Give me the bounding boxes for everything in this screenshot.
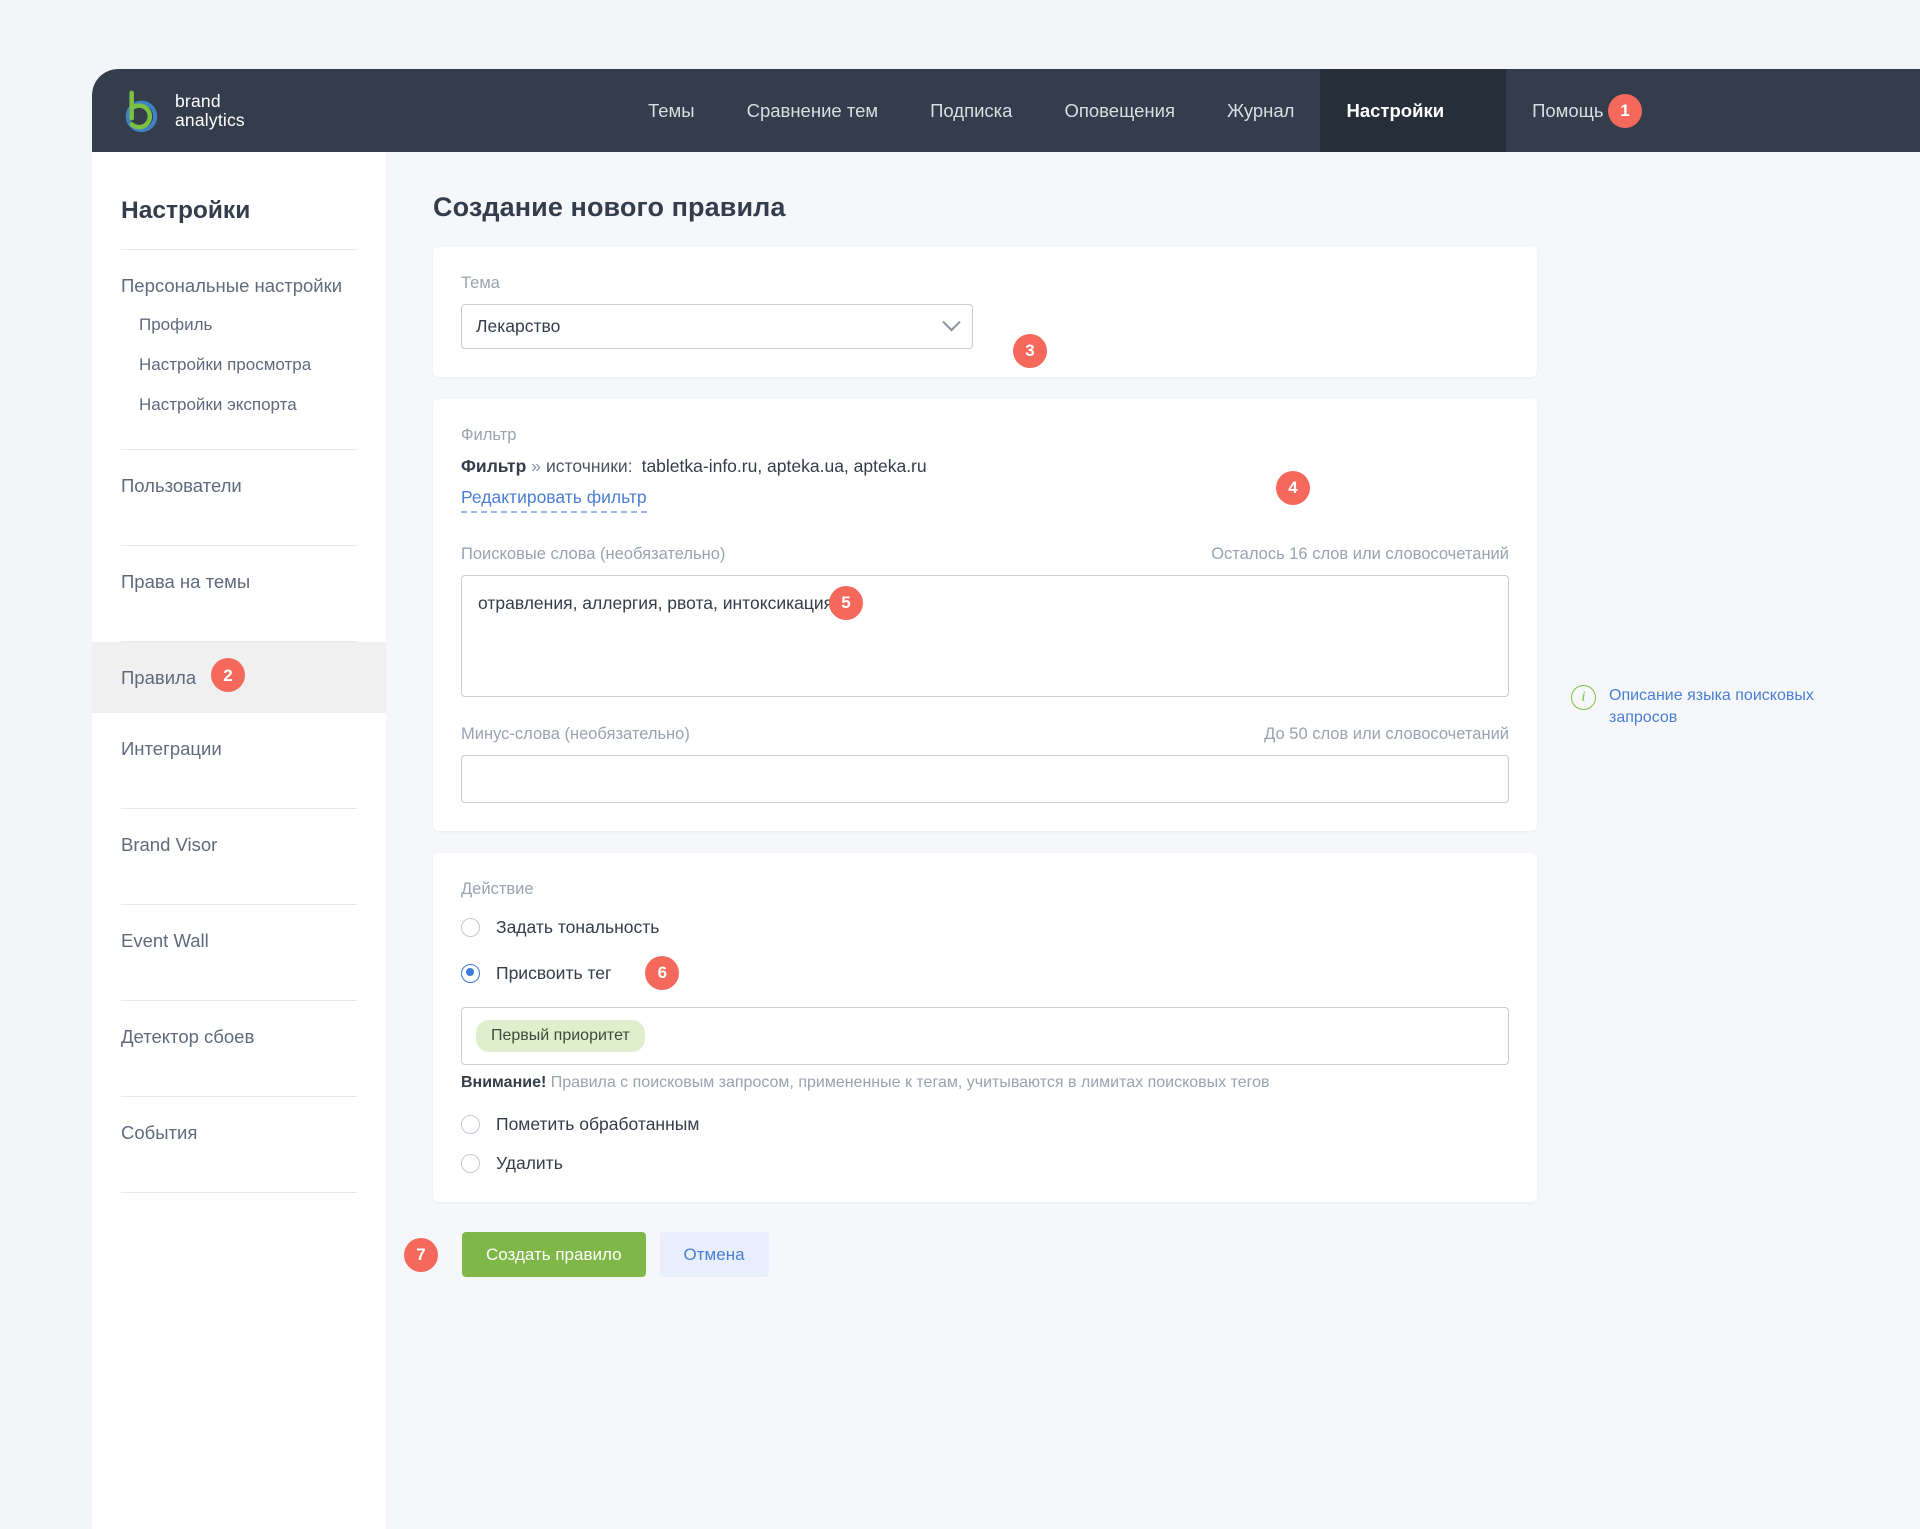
cancel-button[interactable]: Отмена	[659, 1232, 769, 1277]
sidebar-item-failure-detector[interactable]: Детектор сбоев	[92, 1001, 386, 1072]
radio-icon-mark-processed[interactable]	[461, 1115, 480, 1134]
action-option-assign-tag[interactable]: Присвоить тег 6	[461, 956, 1509, 990]
theme-label: Тема	[461, 274, 500, 292]
app-window: brand analytics Темы Сравнение тем Подпи…	[92, 69, 1920, 1529]
search-words-value: отравления, аллергия, рвота, интоксикаци…	[478, 593, 834, 613]
sidebar-item-users[interactable]: Пользователи	[92, 450, 386, 521]
action-label: Действие	[461, 880, 534, 898]
sidebar-item-export-settings[interactable]: Настройки экспорта	[92, 385, 386, 425]
brand-logo-line2: analytics	[175, 109, 245, 130]
filter-summary-prefix: Фильтр	[461, 456, 527, 476]
brand-logo-line1: brand	[175, 90, 221, 111]
sidebar-item-rules-label: Правила	[121, 667, 197, 688]
filter-sources-value: tabletka-info.ru, apteka.ua, apteka.ru	[641, 456, 927, 476]
search-words-counter: Осталось 16 слов или словосочетаний	[1211, 545, 1509, 563]
sidebar-title: Настройки	[121, 197, 251, 224]
radio-icon-set-tonality[interactable]	[461, 918, 480, 937]
tag-input[interactable]: Первый приоритет	[461, 1007, 1509, 1065]
action-option-delete-label: Удалить	[496, 1153, 563, 1173]
tag-limit-warning-text: Правила с поисковым запросом, примененны…	[550, 1074, 1270, 1091]
top-navigation-bar: brand analytics Темы Сравнение тем Подпи…	[92, 69, 1920, 152]
theme-select-value: Лекарство	[476, 316, 561, 336]
minus-words-textarea[interactable]	[461, 755, 1509, 803]
tag-limit-warning-bold: Внимание!	[461, 1074, 547, 1091]
search-words-header: Поисковые слова (необязательно) Осталось…	[461, 545, 1509, 564]
sidebar-item-brand-visor[interactable]: Brand Visor	[92, 809, 386, 880]
settings-sidebar: Настройки Персональные настройки Профиль…	[92, 152, 386, 1529]
filter-summary: Фильтр» источники: tabletka-info.ru, aptek…	[461, 456, 1509, 477]
action-option-delete[interactable]: Удалить	[461, 1153, 1509, 1174]
radio-icon-delete[interactable]	[461, 1154, 480, 1173]
sidebar-item-events[interactable]: События	[92, 1097, 386, 1168]
minus-words-counter: До 50 слов или словосочетаний	[1264, 725, 1509, 743]
chevron-down-icon	[942, 313, 961, 332]
step-badge-4: 4	[1276, 471, 1310, 505]
sidebar-item-view-settings[interactable]: Настройки просмотра	[92, 345, 386, 385]
step-badge-2: 2	[211, 658, 245, 692]
sidebar-item-rules[interactable]: Правила 2	[92, 642, 386, 713]
minus-words-label: Минус-слова (необязательно)	[461, 725, 690, 743]
sidebar-item-theme-rights[interactable]: Права на темы	[92, 546, 386, 617]
page-body: Настройки Персональные настройки Профиль…	[92, 152, 1920, 1529]
action-card: Действие Задать тональность Присвоить те…	[433, 853, 1537, 1202]
create-rule-button[interactable]: Создать правило	[462, 1232, 646, 1277]
theme-select[interactable]: Лекарство	[461, 304, 973, 349]
nav-item-journal[interactable]: Журнал	[1201, 69, 1321, 152]
step-badge-6: 6	[645, 956, 680, 990]
search-words-textarea[interactable]: отравления, аллергия, рвота, интоксикаци…	[461, 575, 1509, 697]
action-option-set-tonality[interactable]: Задать тональность	[461, 917, 1509, 938]
sidebar-divider	[121, 1192, 357, 1193]
search-words-label: Поисковые слова (необязательно)	[461, 545, 726, 563]
main-content: Создание нового правила Тема Лекарство 3…	[386, 152, 1920, 1529]
nav-item-settings[interactable]: Настройки	[1320, 69, 1507, 152]
sidebar-item-event-wall[interactable]: Event Wall	[92, 905, 386, 976]
search-language-help[interactable]: i Описание языка поисковых запросов	[1571, 685, 1871, 729]
nav-item-alerts[interactable]: Оповещения	[1038, 69, 1200, 152]
nav-item-theme-comparison[interactable]: Сравнение тем	[721, 69, 905, 152]
screenshot-root: brand analytics Темы Сравнение тем Подпи…	[0, 0, 1920, 1529]
filter-label: Фильтр	[461, 426, 517, 444]
action-option-mark-processed-label: Пометить обработанным	[496, 1114, 700, 1134]
nav-items: Темы Сравнение тем Подписка Оповещения Ж…	[622, 69, 1630, 152]
nav-item-subscription[interactable]: Подписка	[904, 69, 1038, 152]
brand-analytics-logo-icon	[125, 90, 158, 133]
filter-sources-label: источники:	[546, 456, 633, 476]
action-option-set-tonality-label: Задать тональность	[496, 917, 660, 937]
theme-card: Тема Лекарство 3	[433, 247, 1537, 377]
tag-chip-first-priority[interactable]: Первый приоритет	[476, 1020, 645, 1052]
sidebar-item-profile[interactable]: Профиль	[92, 305, 386, 345]
page-title: Создание нового правила	[433, 192, 786, 222]
action-option-mark-processed[interactable]: Пометить обработанным	[461, 1114, 1509, 1135]
radio-icon-assign-tag[interactable]	[461, 963, 480, 983]
step-badge-5: 5	[829, 586, 863, 620]
minus-words-header: Минус-слова (необязательно) До 50 слов и…	[461, 725, 1509, 744]
sidebar-item-integrations[interactable]: Интеграции	[92, 713, 386, 784]
filter-summary-chevron: »	[531, 456, 542, 476]
action-option-assign-tag-label: Присвоить тег	[496, 962, 612, 983]
step-badge-7: 7	[404, 1238, 438, 1272]
nav-item-themes[interactable]: Темы	[622, 69, 721, 152]
edit-filter-link[interactable]: Редактировать фильтр	[461, 487, 647, 513]
brand-logo[interactable]: brand analytics	[117, 87, 245, 134]
form-actions: 7 Создать правило Отмена	[404, 1232, 1920, 1277]
step-badge-3: 3	[1013, 334, 1047, 368]
step-badge-1: 1	[1608, 94, 1642, 128]
info-icon: i	[1571, 685, 1596, 710]
search-language-help-link[interactable]: Описание языка поисковых запросов	[1609, 685, 1871, 729]
sidebar-item-personal-settings[interactable]: Персональные настройки	[92, 250, 386, 305]
brand-logo-text: brand analytics	[175, 90, 245, 130]
filter-and-keywords-card: Фильтр Фильтр» источники: tabletka-info.ru…	[433, 399, 1537, 831]
tag-limit-warning: Внимание! Правила с поисковым запросом, …	[461, 1074, 1509, 1092]
